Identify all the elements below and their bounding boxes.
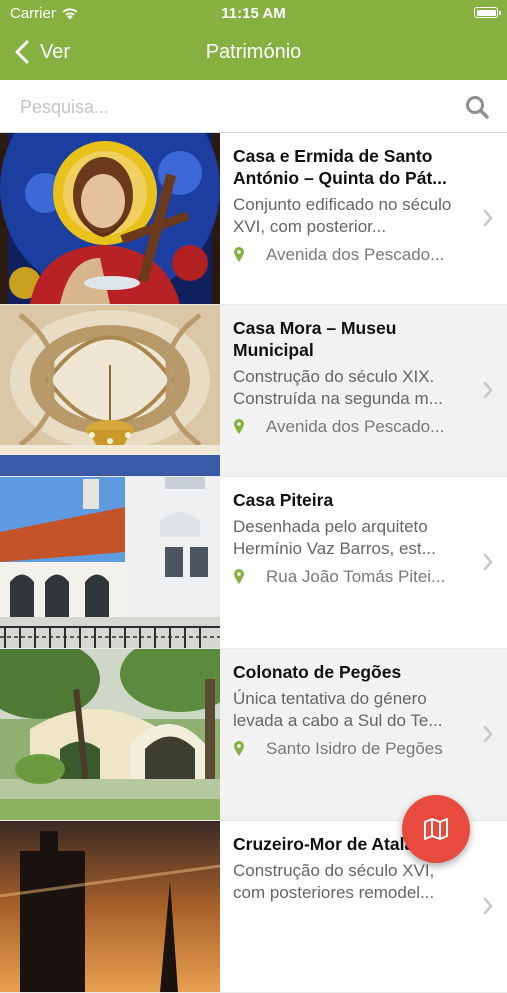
list-item[interactable]: Casa Piteira Desenhada pelo arquiteto He… <box>0 477 507 649</box>
search-icon[interactable] <box>465 95 489 119</box>
item-location-text: Rua João Tomás Pitei... <box>266 567 446 586</box>
item-name: Casa e Ermida de Santo António – Quinta … <box>233 146 447 188</box>
item-location-text: Avenida dos Pescado... <box>266 245 445 264</box>
item-location: Santo Isidro de Pegões <box>233 737 465 761</box>
item-thumbnail <box>0 133 220 304</box>
item-name: Colonato de Pegões <box>233 662 402 682</box>
item-thumbnail <box>0 649 220 820</box>
search-bar <box>0 80 507 133</box>
item-location <box>233 909 465 933</box>
chevron-right-icon <box>483 553 493 571</box>
battery-icon <box>474 7 501 18</box>
item-thumbnail <box>0 477 220 648</box>
item-description: Construção do século XVI, com posteriore… <box>233 861 435 902</box>
status-bar: Carrier 11:15 AM <box>0 0 507 28</box>
house-facade-image <box>0 477 220 648</box>
item-name: Casa Mora – Museu Municipal <box>233 318 397 360</box>
item-location-text: Avenida dos Pescado... <box>266 417 445 436</box>
map-view-button[interactable] <box>402 795 470 863</box>
map-icon <box>424 818 448 840</box>
chevron-right-icon <box>483 381 493 399</box>
map-pin-icon <box>234 247 244 262</box>
chevron-right-icon <box>483 209 493 227</box>
status-time: 11:15 AM <box>221 5 286 22</box>
item-description: Única tentativa do género levada a cabo … <box>233 689 443 730</box>
item-thumbnail <box>0 305 220 476</box>
map-pin-icon <box>234 419 244 434</box>
chevron-right-icon <box>483 725 493 743</box>
item-location: Avenida dos Pescado... <box>233 415 465 439</box>
heritage-list: Casa e Ermida de Santo António – Quinta … <box>0 133 507 993</box>
list-item[interactable]: Casa e Ermida de Santo António – Quinta … <box>0 133 507 305</box>
item-location: Avenida dos Pescado... <box>233 243 465 267</box>
list-item[interactable]: Casa Mora – Museu Municipal Construção d… <box>0 305 507 477</box>
item-description: Construção do século XIX. Construída na … <box>233 367 443 408</box>
map-pin-icon <box>234 569 244 584</box>
item-location-text: Santo Isidro de Pegões <box>266 739 443 758</box>
item-name: Casa Piteira <box>233 490 334 510</box>
item-thumbnail <box>0 821 220 992</box>
cruzeiro-sunset-image <box>0 821 220 992</box>
stained-glass-image <box>0 133 220 304</box>
item-location: Rua João Tomás Pitei... <box>233 565 465 589</box>
colonato-building-image <box>0 649 220 820</box>
ornate-ceiling-image <box>0 305 220 476</box>
item-description: Desenhada pelo arquiteto Hermínio Vaz Ba… <box>233 517 436 558</box>
app-header: Carrier 11:15 AM Ver Património <box>0 0 507 80</box>
map-pin-icon <box>234 741 244 756</box>
navigation-bar: Ver Património <box>0 30 507 74</box>
item-description: Conjunto edificado no século XVI, com po… <box>233 195 452 236</box>
search-input[interactable] <box>18 92 442 122</box>
page-title: Património <box>205 41 302 63</box>
